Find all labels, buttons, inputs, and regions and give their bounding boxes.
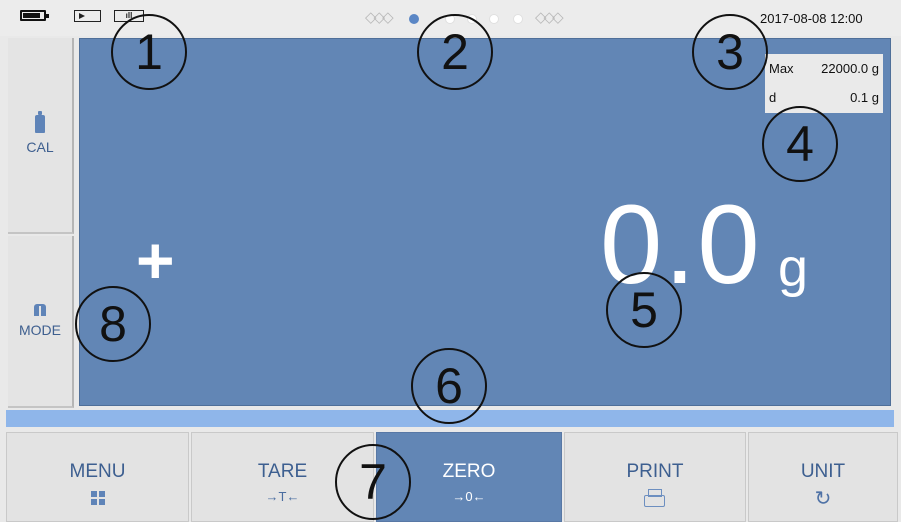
callout-8: 8 (75, 286, 151, 362)
zero-symbol: →0← (452, 489, 486, 504)
mode-label: MODE (19, 322, 61, 338)
weight-icon (35, 111, 45, 133)
d-label: d (769, 90, 777, 105)
cal-button[interactable]: CAL (8, 38, 74, 234)
zero-label: ZERO (442, 461, 496, 482)
tare-label: TARE (257, 461, 308, 482)
max-value: 22000.0 g (821, 61, 879, 76)
callout-7: 7 (335, 444, 411, 520)
pager-dot-1[interactable] (409, 14, 419, 24)
tare-symbol: →T← (265, 489, 300, 504)
datetime-label: 2017-08-08 12:00 (760, 11, 863, 26)
callout-2: 2 (417, 14, 493, 90)
weight-sign: + (136, 223, 175, 297)
callout-3: 3 (692, 14, 768, 90)
weight-unit: g (778, 238, 809, 298)
pager-dot-4[interactable] (489, 14, 499, 24)
printer-icon (644, 489, 666, 507)
callout-4: 4 (762, 106, 838, 182)
mode-icon (34, 304, 46, 316)
undo-icon: ↻ (814, 488, 832, 510)
grid-icon (90, 491, 105, 505)
pager-left-arrow-icon[interactable]: ◇◇◇ (365, 8, 394, 26)
max-capacity-row: Max 22000.0 g (769, 61, 879, 76)
capacity-info-box: Max 22000.0 g d 0.1 g (765, 54, 883, 113)
menu-label: MENU (69, 461, 126, 482)
pager-dot-5[interactable] (513, 14, 523, 24)
print-button[interactable]: PRINT (564, 432, 746, 522)
function-bar: MENU TARE →T← ZERO →0← PRINT UNIT ↻ (6, 432, 898, 522)
print-label: PRINT (626, 461, 684, 482)
callout-1: 1 (111, 14, 187, 90)
callout-6: 6 (411, 348, 487, 424)
mode-button[interactable]: MODE (8, 236, 74, 408)
pager-right-arrow-icon[interactable]: ◇◇◇ (535, 8, 564, 26)
max-label: Max (769, 61, 794, 76)
callout-5: 5 (606, 272, 682, 348)
menu-button[interactable]: MENU (6, 432, 189, 522)
scale-screen: ıll ◇◇◇ ◇◇◇ 2017-08-08 12:00 CAL MODE Ma… (0, 0, 901, 522)
battery-icon (20, 10, 49, 21)
unit-button[interactable]: UNIT ↻ (748, 432, 898, 522)
play-indicator-icon (74, 10, 101, 22)
readability-row: d 0.1 g (769, 90, 879, 105)
cal-label: CAL (26, 139, 54, 155)
d-value: 0.1 g (850, 90, 879, 105)
weight-display: Max 22000.0 g d 0.1 g + 0.0 g (79, 38, 891, 406)
unit-label: UNIT (800, 461, 846, 482)
